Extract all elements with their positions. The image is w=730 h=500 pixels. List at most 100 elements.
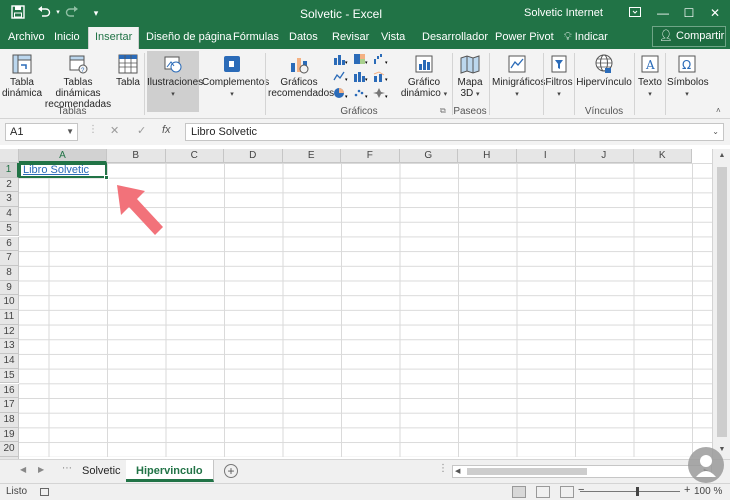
hipervinculo-button[interactable]: Hipervínculo bbox=[576, 53, 632, 88]
row-header-12[interactable]: 12 bbox=[0, 324, 19, 340]
page-break-view-icon[interactable] bbox=[560, 486, 574, 498]
name-box[interactable]: A1 ▼ bbox=[5, 123, 78, 141]
mapa-3d-button[interactable]: Mapa 3D ▾ bbox=[455, 53, 485, 100]
graficos-dialog-launcher-icon[interactable]: ⧉ bbox=[440, 106, 446, 116]
row-header-9[interactable]: 9 bbox=[0, 280, 19, 296]
vertical-scrollbar[interactable]: ▲ ▼ bbox=[712, 149, 730, 459]
worksheet-grid[interactable]: ABCDEFGHIJK 1 2 3 4 5 6 7 8 9 10 11 12 13 14 15 16 17 18 1… bbox=[0, 149, 730, 472]
column-header-e[interactable]: E bbox=[282, 149, 341, 163]
tab-power-pivot[interactable]: Power Pivot bbox=[489, 27, 560, 49]
cancel-entry-icon[interactable]: ✕ bbox=[110, 124, 119, 137]
ribbon-options-icon[interactable] bbox=[622, 0, 648, 27]
column-header-c[interactable]: C bbox=[165, 149, 224, 163]
row-header-20[interactable]: 20 bbox=[0, 442, 19, 457]
simbolos-button[interactable]: Ω Símbolos ▾ bbox=[667, 53, 709, 100]
tab-revisar[interactable]: Revisar bbox=[326, 27, 375, 49]
sheet-tab-hipervinculo[interactable]: Hipervinculo bbox=[126, 460, 214, 482]
formula-input[interactable]: Libro Solvetic ⌄ bbox=[185, 123, 724, 141]
fill-handle[interactable] bbox=[104, 175, 109, 180]
confirm-entry-icon[interactable]: ✓ bbox=[137, 124, 146, 137]
tab-diseno-de-pagina[interactable]: Diseño de página bbox=[140, 27, 238, 49]
tabs-split-handle-icon[interactable]: ⋮ bbox=[438, 463, 448, 474]
column-header-a[interactable]: A bbox=[19, 149, 107, 163]
column-header-i[interactable]: I bbox=[516, 149, 575, 163]
filtros-button[interactable]: Filtros ▾ bbox=[545, 53, 573, 100]
zoom-out-icon[interactable]: − bbox=[578, 484, 584, 496]
column-header-f[interactable]: F bbox=[341, 149, 400, 163]
zoom-level[interactable]: 100 % bbox=[694, 486, 722, 497]
save-icon[interactable] bbox=[10, 5, 26, 21]
share-button[interactable]: 👤︎ Compartir bbox=[652, 26, 726, 47]
vertical-scroll-thumb[interactable] bbox=[717, 167, 727, 437]
sheet-tab-solvetic[interactable]: Solvetic bbox=[72, 460, 132, 482]
row-header-1[interactable]: 1 bbox=[0, 163, 19, 178]
column-chart-icon[interactable]: ▾ bbox=[333, 53, 349, 65]
row-header-8[interactable]: 8 bbox=[0, 265, 19, 281]
row-header-15[interactable]: 15 bbox=[0, 368, 19, 384]
scatter-chart-icon[interactable]: ▾ bbox=[353, 87, 369, 99]
name-box-dropdown-icon[interactable]: ▼ bbox=[66, 124, 74, 140]
minigraficos-button[interactable]: Minigráficos ▾ bbox=[492, 53, 545, 100]
column-header-g[interactable]: G bbox=[399, 149, 458, 163]
horizontal-scrollbar[interactable]: ◀ ▶ bbox=[452, 465, 712, 478]
row-header-16[interactable]: 16 bbox=[0, 383, 19, 399]
scroll-up-icon[interactable]: ▲ bbox=[713, 149, 730, 163]
line-chart-icon[interactable]: ▾ bbox=[333, 70, 349, 82]
texto-button[interactable]: A Texto ▾ bbox=[636, 53, 664, 100]
expand-formula-bar-icon[interactable]: ⌄ bbox=[712, 124, 719, 140]
ilustraciones-button[interactable]: Ilustraciones ▾ bbox=[147, 51, 203, 112]
horizontal-scroll-thumb[interactable] bbox=[467, 468, 587, 475]
row-header-7[interactable]: 7 bbox=[0, 251, 19, 266]
row-header-13[interactable]: 13 bbox=[0, 339, 19, 355]
column-header-k[interactable]: K bbox=[633, 149, 692, 163]
row-header-11[interactable]: 11 bbox=[0, 310, 19, 325]
tab-inicio[interactable]: Inicio bbox=[48, 27, 86, 49]
row-header-19[interactable]: 19 bbox=[0, 427, 19, 443]
zoom-slider[interactable] bbox=[580, 491, 680, 492]
tab-insertar[interactable]: Insertar bbox=[88, 27, 140, 49]
prev-sheet-icon[interactable]: ◀ bbox=[20, 465, 26, 474]
row-header-2[interactable]: 2 bbox=[0, 177, 19, 193]
hierarchy-chart-icon[interactable]: ▾ bbox=[353, 53, 369, 65]
add-sheet-icon[interactable]: + bbox=[224, 464, 238, 478]
customize-toolbar-icon[interactable]: ▾ bbox=[88, 5, 104, 21]
normal-view-icon[interactable] bbox=[512, 486, 526, 498]
next-sheet-icon[interactable]: ▶ bbox=[38, 465, 44, 474]
tab-formulas[interactable]: Fórmulas bbox=[227, 27, 285, 49]
maximize-icon[interactable]: ☐ bbox=[676, 0, 702, 27]
minimize-icon[interactable]: — bbox=[650, 0, 676, 27]
redo-icon[interactable] bbox=[64, 5, 80, 21]
row-header-3[interactable]: 3 bbox=[0, 192, 19, 208]
combo-chart-icon[interactable]: ▾ bbox=[373, 70, 389, 82]
row-header-4[interactable]: 4 bbox=[0, 207, 19, 222]
user-name[interactable]: Solvetic Internet bbox=[524, 7, 603, 19]
tabla-dinamica-button[interactable]: Tabla dinámica bbox=[2, 53, 42, 99]
collapse-ribbon-icon[interactable]: ˄ bbox=[716, 106, 721, 115]
select-all-corner[interactable] bbox=[0, 149, 19, 163]
column-header-b[interactable]: B bbox=[107, 149, 166, 163]
complementos-button[interactable]: Complementos ▾ bbox=[202, 53, 269, 100]
cell-a1-value[interactable]: Libro Solvetic bbox=[23, 164, 89, 176]
row-header-18[interactable]: 18 bbox=[0, 412, 19, 428]
row-header-17[interactable]: 17 bbox=[0, 398, 19, 413]
column-header-d[interactable]: D bbox=[224, 149, 283, 163]
grafico-dinamico-button[interactable]: Gráfico dinámico ▾ bbox=[398, 53, 450, 100]
row-header-6[interactable]: 6 bbox=[0, 236, 19, 252]
macro-record-icon[interactable] bbox=[40, 488, 49, 496]
row-header-5[interactable]: 5 bbox=[0, 221, 19, 237]
pie-chart-icon[interactable]: ▾ bbox=[333, 87, 349, 99]
zoom-in-icon[interactable]: + bbox=[684, 484, 690, 496]
column-header-h[interactable]: H bbox=[458, 149, 517, 163]
tablas-dinamicas-recomendadas-button[interactable]: ? Tablas dinámicas recomendadas bbox=[42, 53, 114, 110]
row-header-10[interactable]: 10 bbox=[0, 295, 19, 310]
column-header-j[interactable]: J bbox=[575, 149, 634, 163]
cell-a1-hyperlink[interactable]: Libro Solvetic bbox=[19, 163, 109, 180]
page-layout-view-icon[interactable] bbox=[536, 486, 550, 498]
insert-function-icon[interactable]: fx bbox=[162, 124, 171, 136]
tab-desarrollador[interactable]: Desarrollador bbox=[416, 27, 494, 49]
tabla-button[interactable]: Tabla bbox=[114, 53, 142, 88]
tab-vista[interactable]: Vista bbox=[375, 27, 411, 49]
surface-chart-icon[interactable]: ▾ bbox=[373, 87, 389, 99]
statistic-chart-icon[interactable]: ▾ bbox=[353, 70, 369, 82]
close-icon[interactable]: ✕ bbox=[702, 0, 728, 27]
